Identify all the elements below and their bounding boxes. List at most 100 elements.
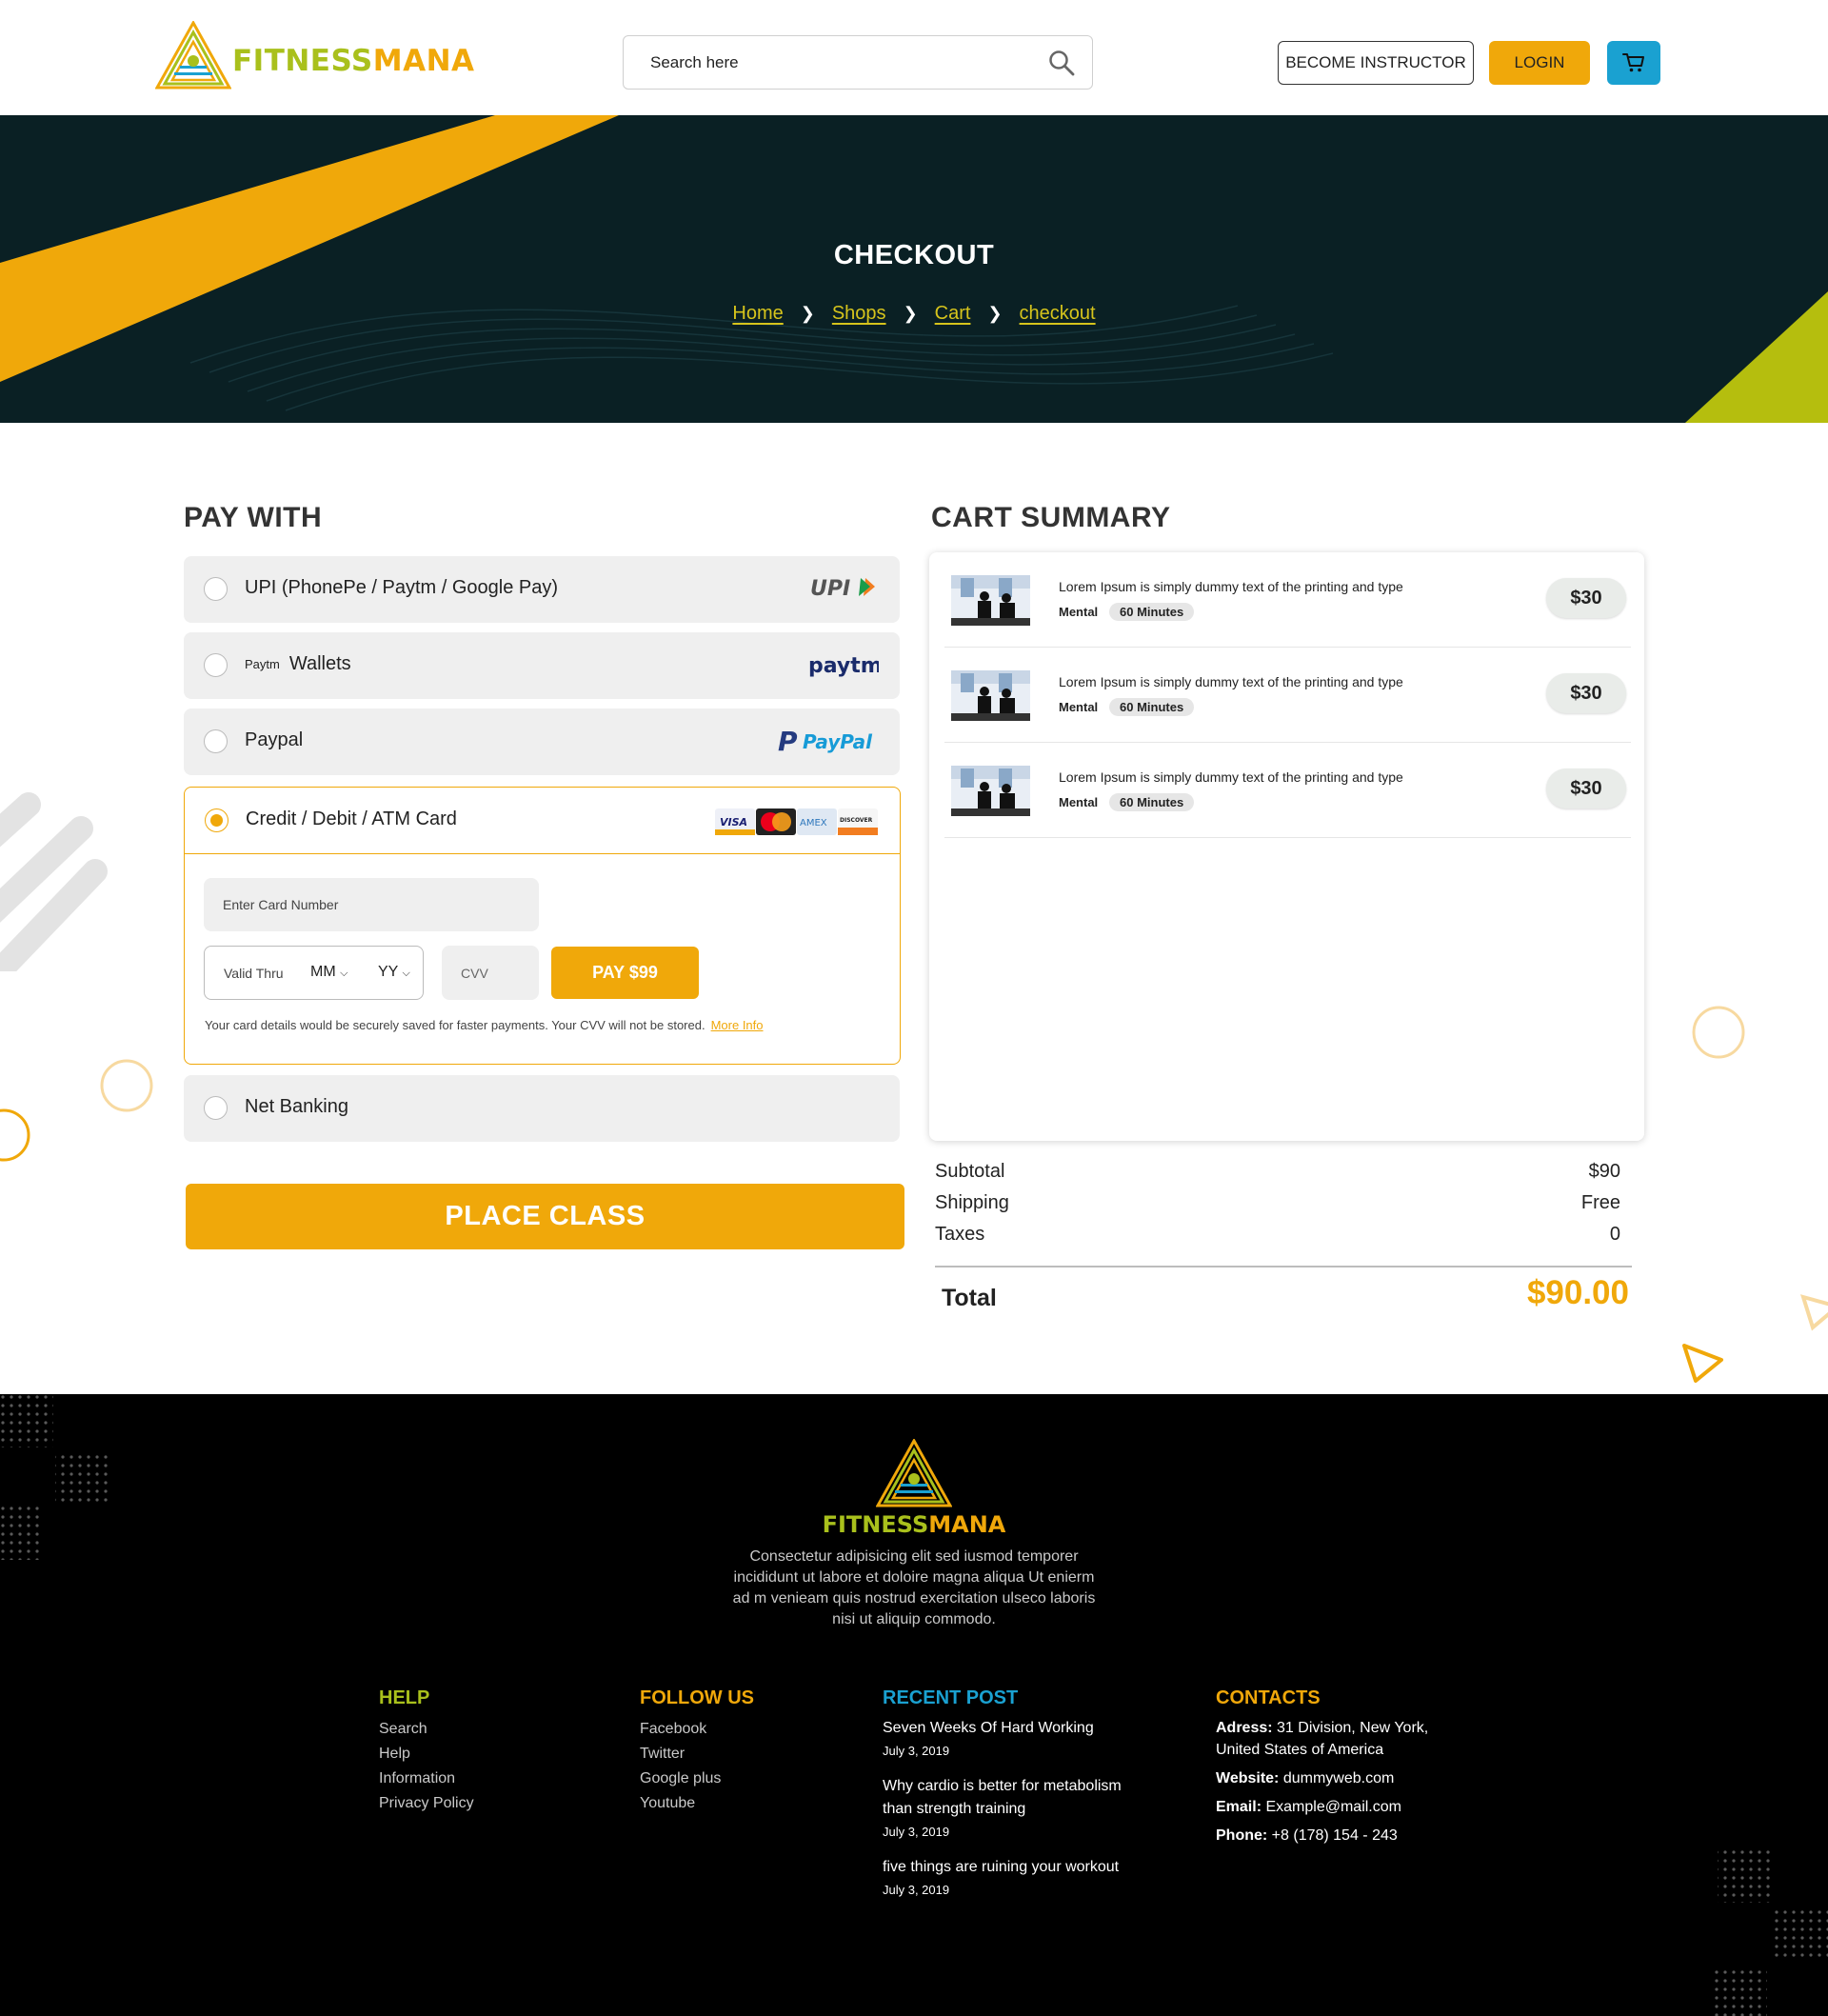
option-label: Credit / Debit / ATM Card [246,808,457,829]
contact-address: Adress: 31 Division, New York, United St… [1216,1720,1429,1758]
radio-button-selected[interactable] [205,808,228,832]
radio-button[interactable] [204,653,228,677]
recent-post[interactable]: five things are ruining your workout Jul… [883,1856,1140,1897]
page-hero: CHECKOUT Home ❯ Shops ❯ Cart ❯ checkout [0,115,1828,423]
item-price: $30 [1546,673,1626,713]
taxes-value: 0 [1609,1224,1620,1245]
breadcrumb-cart[interactable]: Cart [935,303,971,325]
decorative-triangle [1682,1344,1723,1383]
payment-option-paypal[interactable]: Paypal P PayPal [184,709,900,775]
year-select[interactable]: YY ⌵ [378,964,410,981]
item-category: Mental [1059,795,1099,809]
post-date: July 3, 2019 [883,1883,950,1897]
cvv-input[interactable] [442,946,539,1000]
breadcrumb-checkout[interactable]: checkout [1020,303,1096,325]
paytm-prefix: Paytm [245,657,280,672]
search-icon[interactable] [1048,50,1075,76]
contact-email[interactable]: Email: Example@mail.com [1216,1796,1454,1818]
footer-link-facebook[interactable]: Facebook [640,1717,754,1742]
option-label: Paypal [245,729,304,750]
footer-contacts: CONTACTS Adress: 31 Division, New York, … [1216,1687,1454,1853]
logo-triangle-icon [155,21,231,90]
place-class-button[interactable]: PLACE CLASS [186,1184,904,1249]
footer-link-twitter[interactable]: Twitter [640,1742,754,1766]
post-title: five things are ruining your workout [883,1859,1120,1875]
cart-item: Lorem Ipsum is simply dummy text of the … [944,648,1631,743]
item-duration-badge: 60 Minutes [1109,698,1195,716]
subtotal-value: $90 [1588,1161,1620,1182]
checkout-page: FITNESSMANA BECOME INSTRUCTOR LOGIN [0,0,1828,2016]
footer-link-google-plus[interactable]: Google plus [640,1766,754,1791]
post-title: Why cardio is better for metabolism than… [883,1778,1122,1817]
payment-option-upi[interactable]: UPI (PhonePe / Paytm / Google Pay) UPI [184,556,900,623]
shipping-value: Free [1580,1192,1620,1213]
radio-button[interactable] [204,577,228,601]
option-label: Net Banking [245,1096,348,1117]
summary-divider [935,1266,1632,1267]
contact-website[interactable]: Website: dummyweb.com [1216,1767,1454,1789]
recent-post[interactable]: Why cardio is better for metabolism than… [883,1775,1140,1839]
payment-option-wallets[interactable]: Paytm Wallets paytm [184,632,900,699]
breadcrumb-home[interactable]: Home [732,303,783,325]
footer-follow: FOLLOW US Facebook Twitter Google plus Y… [640,1687,754,1816]
card-number-input[interactable] [204,878,539,931]
cart-icon [1622,53,1644,72]
post-title: Seven Weeks Of Hard Working [883,1720,1094,1736]
footer-follow-title: FOLLOW US [640,1687,754,1708]
footer-logo[interactable]: FITNESSMANA [819,1439,1009,1544]
svg-text:PayPal: PayPal [803,730,873,753]
footer-recent-title: RECENT POST [883,1687,1019,1708]
paytm-logo-icon: paytm [808,654,879,678]
footer-link[interactable]: Search [379,1717,474,1742]
footer-link[interactable]: Information [379,1766,474,1791]
brand-name: FITNESSMANA [232,44,475,78]
contact-phone[interactable]: Phone: +8 (178) 154 - 243 [1216,1825,1454,1846]
become-instructor-button[interactable]: BECOME INSTRUCTOR [1278,41,1474,85]
taxes-row: Taxes 0 [935,1224,1620,1246]
more-info-link[interactable]: More Info [711,1018,764,1032]
pay-button[interactable]: PAY $99 [551,947,699,999]
decorative-ring [1692,1006,1745,1059]
cart-button[interactable] [1607,41,1660,85]
card-brands-icon: VISA AMEX DISCOVER [715,808,878,835]
payment-option-net-banking[interactable]: Net Banking [184,1075,900,1142]
card-option-header[interactable]: Credit / Debit / ATM Card VISA AMEX DISC… [185,788,900,854]
cart-summary-panel: Lorem Ipsum is simply dummy text of the … [929,552,1644,1141]
radio-button[interactable] [204,729,228,753]
item-duration-badge: 60 Minutes [1109,793,1195,811]
login-button[interactable]: LOGIN [1489,41,1590,85]
item-thumbnail [951,670,1030,721]
recent-post[interactable]: Seven Weeks Of Hard Working July 3, 2019 [883,1717,1140,1758]
search-input[interactable] [650,51,1031,74]
month-select[interactable]: MM ⌵ [310,964,348,981]
site-header: FITNESSMANA BECOME INSTRUCTOR LOGIN [0,0,1828,115]
taxes-label: Taxes [935,1224,985,1245]
pay-with-heading: PAY WITH [184,502,323,533]
item-thumbnail [951,575,1030,626]
footer-link[interactable]: Privacy Policy [379,1791,474,1816]
logo-triangle-icon [876,1439,952,1507]
subtotal-row: Subtotal $90 [935,1161,1620,1183]
decorative-stripes [0,792,108,971]
radio-button[interactable] [204,1096,228,1120]
svg-text:paytm: paytm [808,654,879,678]
svg-text:VISA: VISA [720,816,747,828]
option-label: UPI (PhonePe / Paytm / Google Pay) [245,577,559,598]
footer-link-youtube[interactable]: Youtube [640,1791,754,1816]
footer-link[interactable]: Help [379,1742,474,1766]
decorative-dots [0,1394,110,1560]
footer-recent-posts: RECENT POST Seven Weeks Of Hard Working … [883,1687,1140,1914]
total-value: $90.00 [1526,1274,1629,1311]
breadcrumb-shops[interactable]: Shops [832,303,886,325]
payment-option-card: Credit / Debit / ATM Card VISA AMEX DISC… [184,787,901,1065]
page-title: CHECKOUT [833,240,995,270]
item-thumbnail [951,766,1030,816]
post-date: July 3, 2019 [883,1825,950,1839]
site-footer: FITNESSMANA Consectetur adipisicing elit… [0,1394,1828,2016]
chevron-down-icon: ⌵ [402,968,410,979]
card-security-note: Your card details would be securely save… [205,1018,764,1032]
decorative-ring [0,1108,30,1162]
brand-logo[interactable]: FITNESSMANA [155,21,474,93]
chevron-right-icon: ❯ [903,304,918,323]
subtotal-label: Subtotal [935,1161,1005,1182]
